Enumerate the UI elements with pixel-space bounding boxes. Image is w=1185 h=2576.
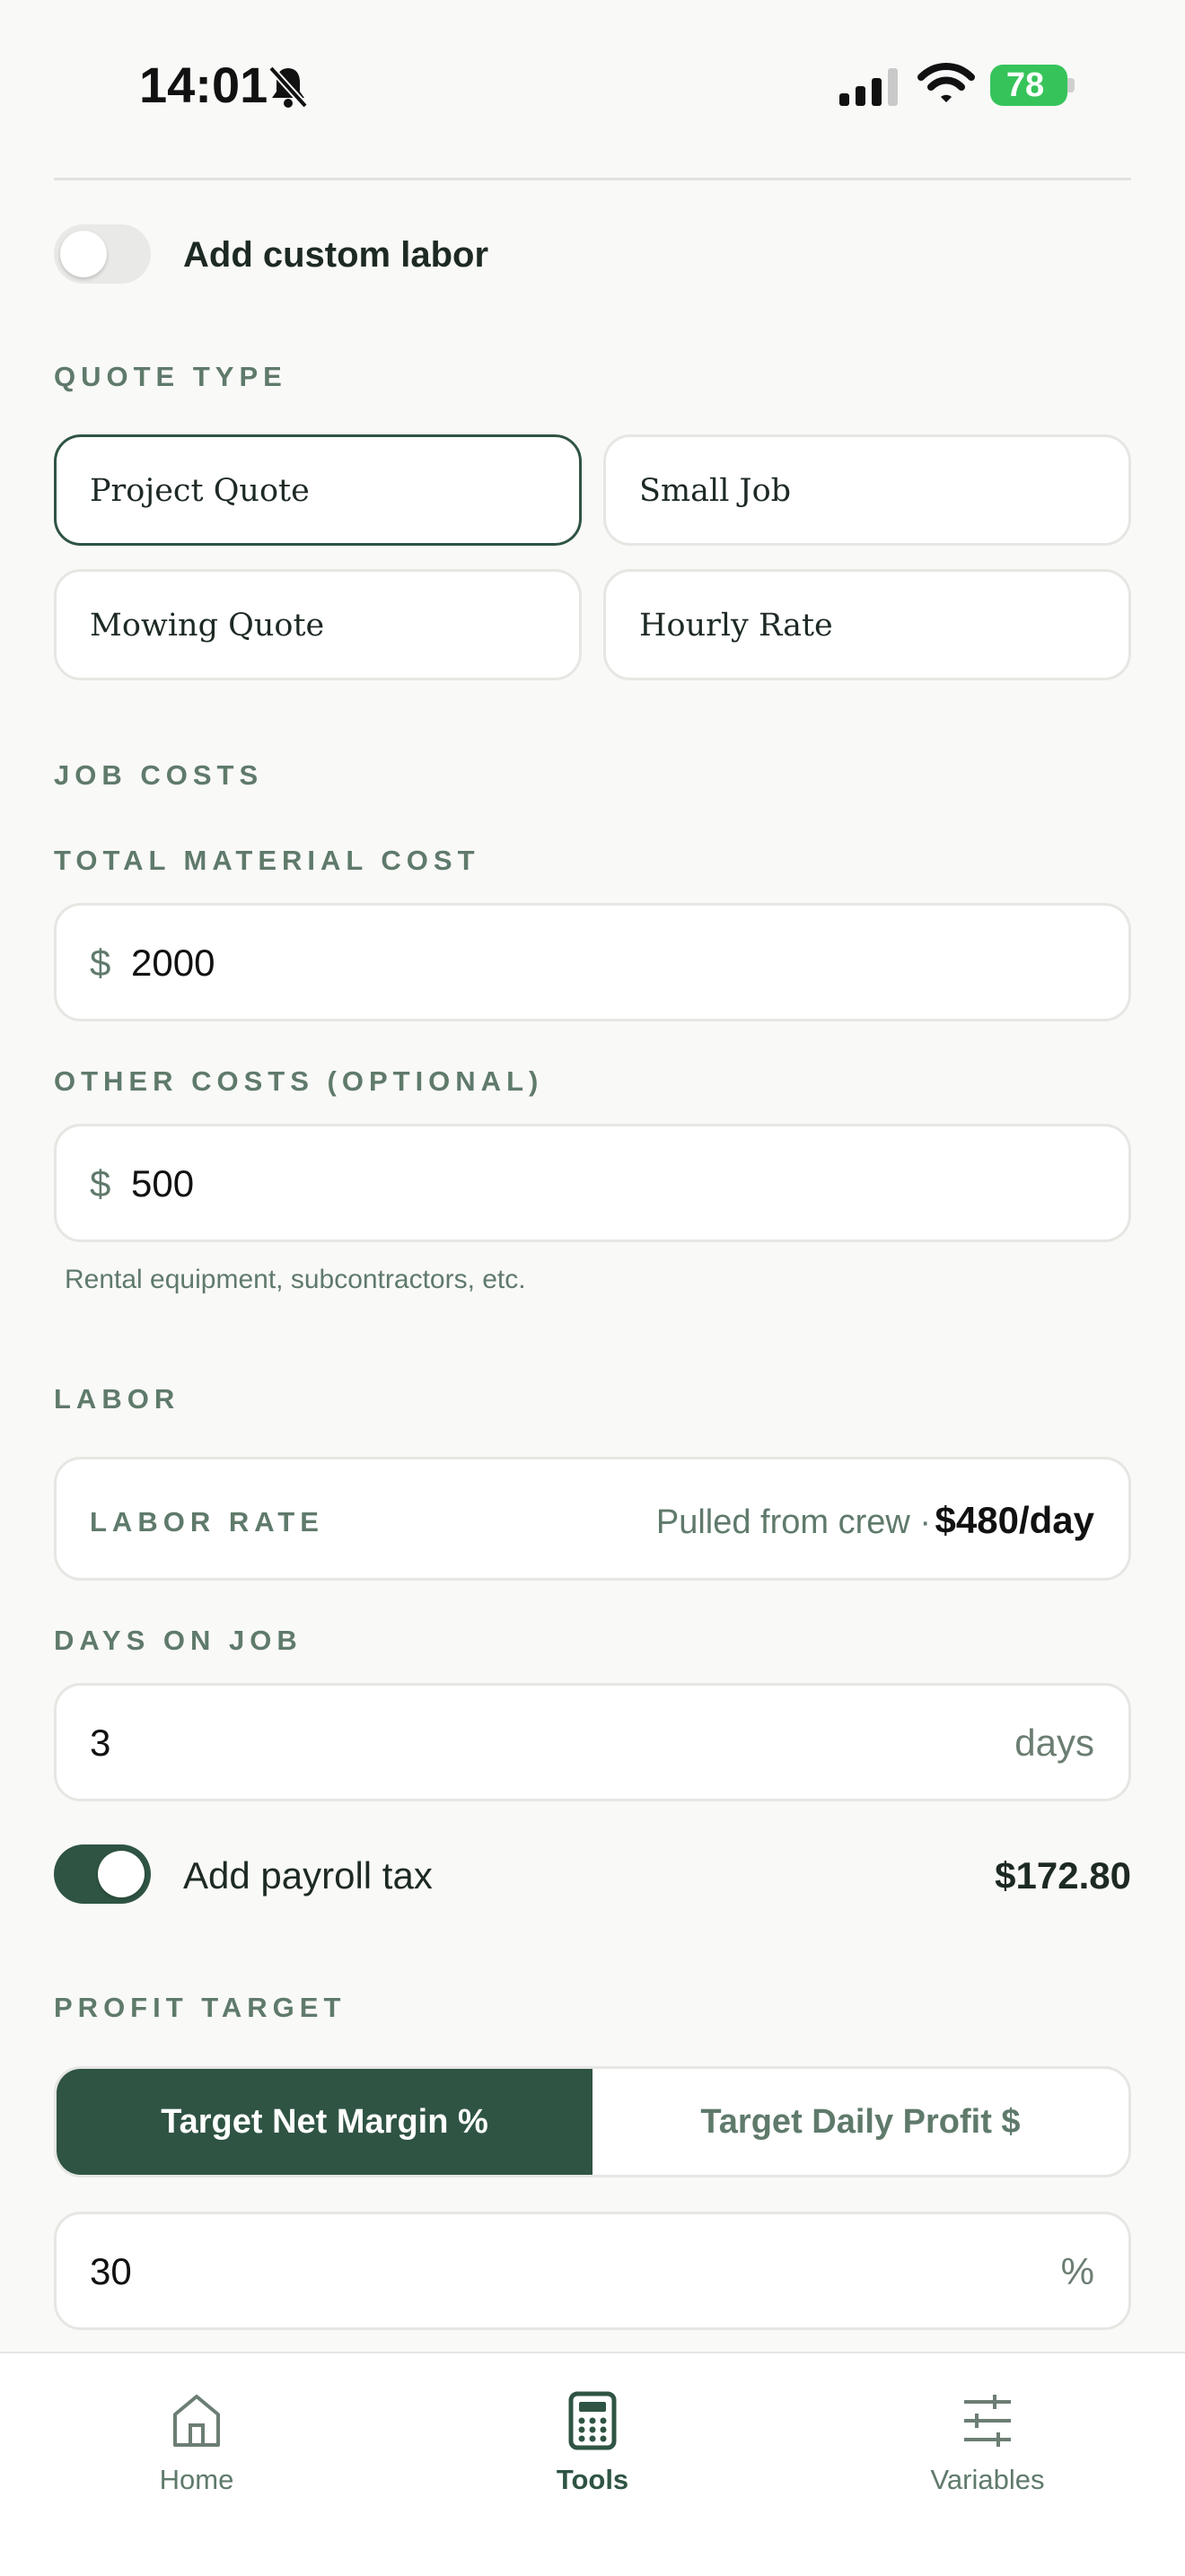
tab-home-label: Home bbox=[159, 2464, 234, 2495]
labor-rate-card: LABOR RATE Pulled from crew · $480/day bbox=[54, 1457, 1131, 1581]
other-costs-input[interactable]: $ 500 bbox=[54, 1124, 1131, 1242]
labor-rate-value: $480/day bbox=[935, 1499, 1094, 1541]
battery-level: 78 bbox=[1005, 66, 1045, 104]
sliders-icon bbox=[880, 2391, 1095, 2455]
quote-type-project[interactable]: Project Quote bbox=[54, 434, 582, 546]
days-on-job-input[interactable]: 3 days bbox=[54, 1683, 1131, 1801]
status-time: 14:01 bbox=[139, 57, 268, 113]
days-on-job-value: 3 bbox=[90, 1722, 111, 1764]
cellular-signal-icon bbox=[839, 68, 900, 110]
payroll-tax-label: Add payroll tax bbox=[183, 1854, 433, 1897]
tab-variables[interactable]: Variables bbox=[880, 2391, 1095, 2496]
profit-target-input[interactable]: 30 % bbox=[54, 2212, 1131, 2330]
calculator-icon bbox=[485, 2391, 700, 2455]
wifi-icon bbox=[917, 63, 975, 110]
profit-mode-segmented-control: Target Net Margin % Target Daily Profit … bbox=[54, 2066, 1131, 2177]
material-cost-value: 2000 bbox=[131, 942, 215, 984]
currency-prefix: $ bbox=[90, 1162, 111, 1205]
profit-target-value: 30 bbox=[90, 2250, 132, 2292]
other-costs-label: OTHER COSTS (OPTIONAL) bbox=[54, 1065, 544, 1097]
battery-tip bbox=[1067, 78, 1075, 92]
quote-type-option-label: Small Job bbox=[639, 473, 792, 509]
payroll-tax-toggle[interactable] bbox=[54, 1844, 151, 1904]
tab-variables-label: Variables bbox=[930, 2464, 1045, 2495]
custom-labor-toggle[interactable] bbox=[54, 224, 151, 284]
percent-unit: % bbox=[1060, 2250, 1094, 2292]
quote-type-option-label: Mowing Quote bbox=[90, 608, 325, 644]
mode-net-margin[interactable]: Target Net Margin % bbox=[57, 2069, 592, 2175]
labor-heading: LABOR bbox=[54, 1383, 180, 1415]
home-icon bbox=[89, 2391, 304, 2455]
labor-rate-source: Pulled from crew · bbox=[655, 1503, 932, 1541]
quote-type-option-label: Hourly Rate bbox=[639, 608, 833, 644]
job-costs-heading: JOB COSTS bbox=[54, 759, 264, 791]
header-divider bbox=[54, 178, 1131, 180]
quote-type-heading: QUOTE TYPE bbox=[54, 361, 287, 392]
other-costs-value: 500 bbox=[131, 1162, 195, 1205]
profit-target-heading: PROFIT TARGET bbox=[54, 1992, 347, 2023]
other-costs-hint: Rental equipment, subcontractors, etc. bbox=[65, 1265, 526, 1294]
mode-daily-profit[interactable]: Target Daily Profit $ bbox=[592, 2069, 1128, 2175]
days-on-job-label: DAYS ON JOB bbox=[54, 1625, 303, 1656]
days-unit: days bbox=[1014, 1722, 1094, 1764]
currency-prefix: $ bbox=[90, 942, 111, 984]
material-cost-label: TOTAL MATERIAL COST bbox=[54, 845, 480, 876]
quote-type-hourly[interactable]: Hourly Rate bbox=[603, 569, 1131, 680]
labor-rate-label: LABOR RATE bbox=[90, 1506, 324, 1538]
quote-type-small-job[interactable]: Small Job bbox=[603, 434, 1131, 546]
quote-type-option-label: Project Quote bbox=[90, 473, 310, 509]
tab-home[interactable]: Home bbox=[89, 2391, 304, 2496]
bell-slash-icon bbox=[268, 65, 309, 114]
payroll-tax-value: $172.80 bbox=[995, 1854, 1131, 1897]
tab-tools[interactable]: Tools bbox=[485, 2391, 700, 2496]
custom-labor-label: Add custom labor bbox=[183, 235, 489, 275]
tab-tools-label: Tools bbox=[556, 2464, 629, 2495]
tab-bar: Home Tools Variables bbox=[0, 2352, 1185, 2576]
quote-type-mowing[interactable]: Mowing Quote bbox=[54, 569, 582, 680]
material-cost-input[interactable]: $ 2000 bbox=[54, 903, 1131, 1021]
